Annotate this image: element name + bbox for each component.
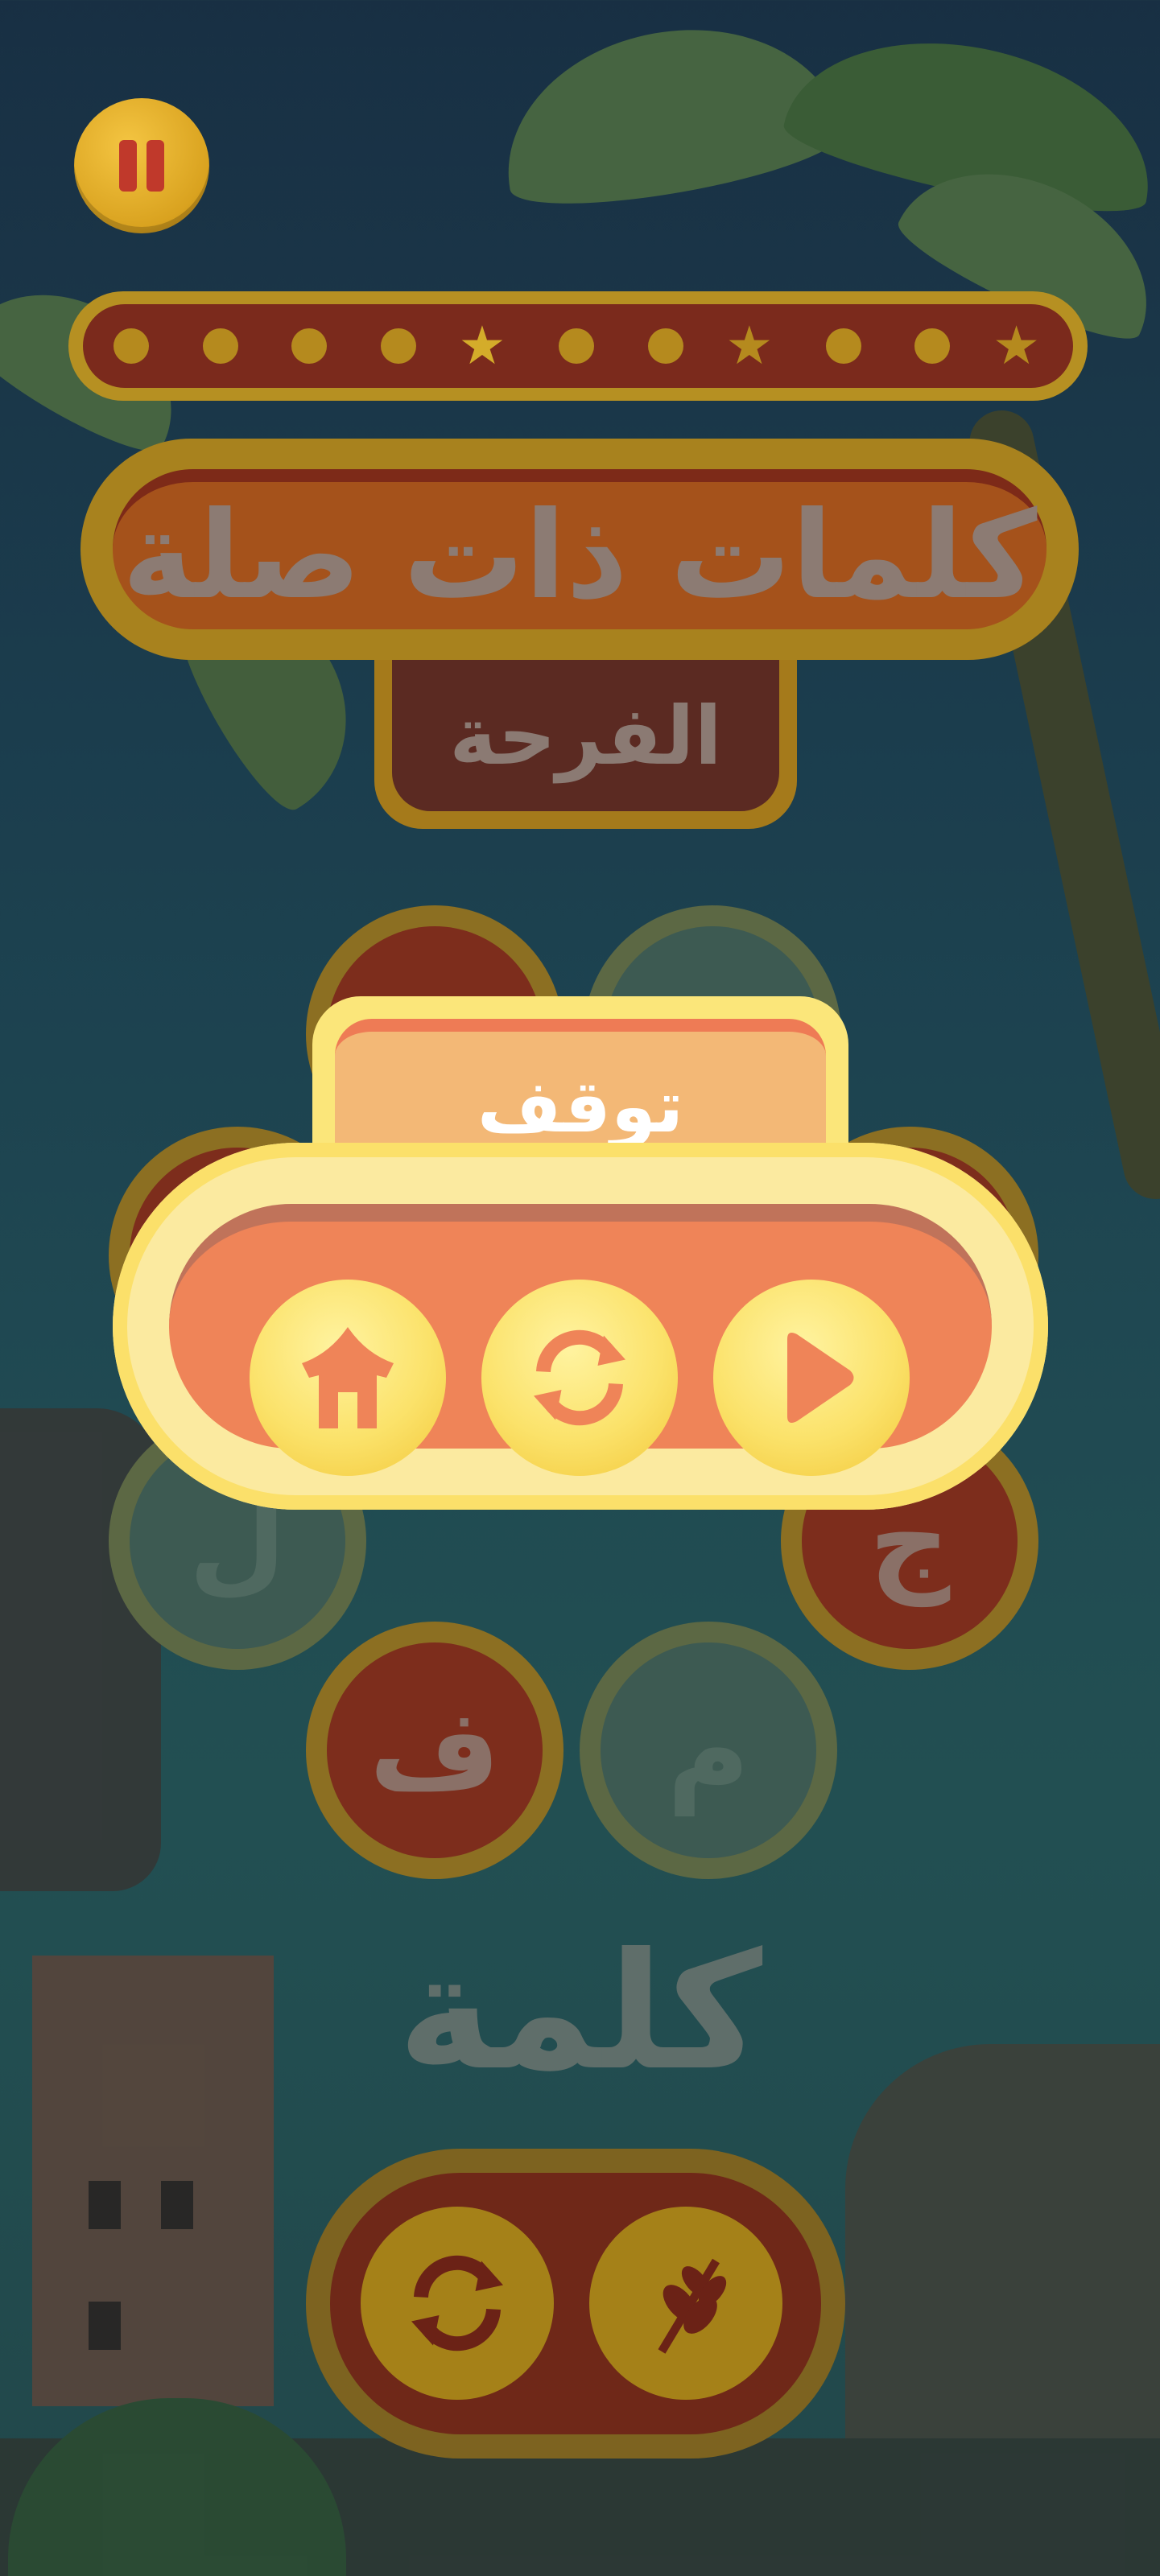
subtitle: الفرحة — [392, 660, 779, 811]
progress-dot — [914, 328, 951, 364]
page-title: كلمات ذات صلة — [122, 485, 1038, 626]
pause-modal-inner — [169, 1204, 992, 1476]
progress-track: ★ ★ ★ — [83, 304, 1073, 388]
level-progress: ★ ★ ★ — [68, 291, 1088, 401]
letter-tile-face: ف — [327, 1642, 543, 1858]
letter-tile[interactable]: ف — [306, 1622, 563, 1879]
progress-dot — [291, 328, 328, 364]
progress-dot — [114, 328, 149, 364]
hint-button[interactable] — [589, 2207, 782, 2400]
progress-star-icon: ★ — [458, 315, 506, 377]
letter-tile-face: م — [601, 1642, 816, 1858]
restart-button[interactable] — [481, 1280, 678, 1476]
pause-icon — [147, 140, 164, 192]
pause-modal — [113, 1143, 1048, 1510]
current-word: كلمة — [397, 1918, 763, 2106]
play-icon — [787, 1333, 854, 1423]
play-button[interactable] — [713, 1280, 910, 1476]
progress-dot — [647, 328, 683, 364]
bottom-controls — [306, 2149, 845, 2459]
pause-icon — [119, 140, 137, 192]
progress-dot — [380, 328, 416, 364]
progress-dot — [825, 328, 861, 364]
progress-dot — [202, 328, 238, 364]
shuffle-icon — [411, 2255, 503, 2351]
home-button[interactable] — [250, 1280, 446, 1476]
title-banner-inner: كلمات ذات صلة — [113, 469, 1046, 629]
restart-icon — [534, 1329, 625, 1426]
progress-star-icon: ★ — [725, 315, 774, 377]
bottom-controls-inner — [330, 2173, 821, 2434]
home-icon — [302, 1327, 394, 1428]
letter-tile[interactable]: م — [580, 1622, 837, 1879]
shuffle-button[interactable] — [361, 2207, 554, 2400]
progress-star-icon: ★ — [993, 315, 1041, 377]
title-banner: كلمات ذات صلة — [80, 439, 1079, 660]
progress-dot — [559, 328, 594, 364]
leaf-icon — [658, 2258, 727, 2354]
pause-button[interactable] — [74, 98, 209, 233]
subtitle-banner: الفرحة — [374, 660, 797, 829]
